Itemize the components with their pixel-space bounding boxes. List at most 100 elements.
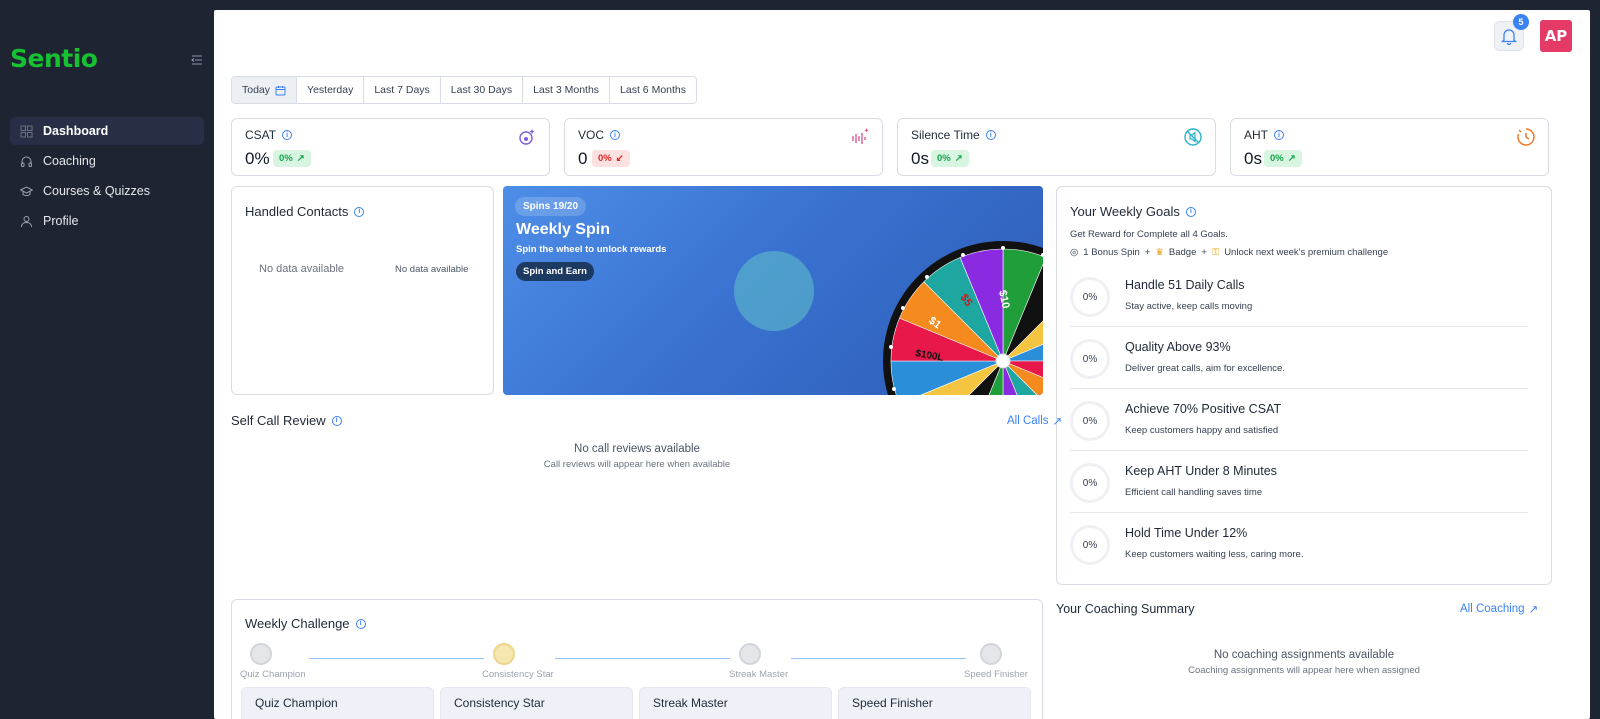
sidebar-item-label: Coaching [43, 154, 96, 168]
step-connector [309, 658, 484, 659]
tab-yesterday[interactable]: Yesterday [297, 77, 365, 103]
metric-label: Silence Time [911, 128, 980, 142]
sidebar-item-coaching[interactable]: Coaching [10, 147, 204, 175]
graduation-cap-icon [20, 185, 33, 196]
all-coaching-link[interactable]: All Coaching ↗ [1460, 602, 1538, 616]
tab-last-6-months[interactable]: Last 6 Months [610, 77, 696, 103]
coin-icon: ◎ [1070, 247, 1079, 258]
challenge-card-title: Streak Master [653, 696, 728, 710]
main-content: 5 AP Today Yesterday Last 7 Days Last 30… [214, 10, 1590, 719]
info-icon[interactable]: i [610, 130, 621, 140]
reward-badge: Badge [1168, 247, 1197, 258]
wheel-label: ZE [1028, 294, 1042, 310]
challenge-card-title: Consistency Star [454, 696, 545, 710]
goal-item[interactable]: 0% Achieve 70% Positive CSAT Keep custom… [1070, 390, 1528, 451]
goal-item[interactable]: 0% Hold Time Under 12% Keep customers wa… [1070, 514, 1528, 575]
goal-progress-ring: 0% [1070, 277, 1110, 317]
sidebar-item-profile[interactable]: Profile [10, 207, 204, 235]
info-icon[interactable]: i [1185, 206, 1196, 217]
app-logo[interactable]: Sentio [10, 44, 98, 73]
tab-label: Today [242, 84, 271, 96]
arrow-up-right-icon: ↗ [296, 153, 305, 164]
goal-description: Deliver great calls, aim for excellence. [1125, 363, 1285, 374]
goal-progress-ring: 0% [1070, 401, 1110, 441]
sidebar-item-label: Profile [43, 214, 79, 228]
goal-progress-ring: 0% [1070, 525, 1110, 565]
sidebar-item-label: Courses & Quizzes [43, 184, 150, 198]
weekly-spin-banner: Spins 19/20 Weekly Spin Spin the wheel t… [503, 186, 1043, 395]
metric-card-csat: CSAT i 0% 0% ↗ [231, 118, 550, 176]
challenge-step-label: Consistency Star [482, 669, 554, 680]
info-icon[interactable]: i [331, 415, 342, 426]
empty-state-title: No call reviews available [574, 443, 700, 455]
goal-item[interactable]: 0% Keep AHT Under 8 Minutes Efficient ca… [1070, 452, 1528, 513]
change-value: 0% [598, 153, 612, 164]
goal-title: Handle 51 Daily Calls [1125, 278, 1245, 292]
sidebar-item-dashboard[interactable]: Dashboard [10, 117, 204, 145]
empty-state-text: No data available [259, 263, 345, 275]
spins-count-badge: Spins 19/20 [515, 197, 587, 216]
card-title-label: Your Weekly Goals [1070, 204, 1180, 219]
weekly-goals-card: Your Weekly Goals i Get Reward for Comple… [1056, 186, 1552, 585]
arrow-up-right-icon: ↗ [1052, 416, 1063, 428]
link-label: All Calls [1007, 415, 1049, 427]
goal-progress-ring: 0% [1070, 463, 1110, 503]
tab-last-3-months[interactable]: Last 3 Months [523, 77, 611, 103]
empty-state-subtitle: Call reviews will appear here when avail… [543, 459, 731, 470]
tab-today[interactable]: Today [232, 77, 298, 103]
handled-contacts-card: Handled Contacts i No data available No d… [231, 186, 494, 395]
info-icon[interactable]: i [1274, 130, 1284, 140]
metric-value: 0s [911, 149, 929, 168]
smile-sparkle-icon [519, 129, 535, 145]
notification-count-badge: 5 [1513, 14, 1529, 30]
goal-item[interactable]: 0% Handle 51 Daily Calls Stay active, ke… [1070, 266, 1528, 327]
metric-change-badge: 0% ↗ [1264, 150, 1302, 167]
metric-change-badge: 0% ↗ [931, 150, 969, 167]
challenge-card[interactable]: Consistency Star [440, 687, 633, 719]
spin-title: Weekly Spin [516, 221, 610, 238]
tab-last-7-days[interactable]: Last 7 Days [364, 77, 441, 103]
challenge-step-icon [739, 643, 761, 665]
goal-item[interactable]: 0% Quality Above 93% Deliver great calls… [1070, 328, 1528, 389]
prize-wheel[interactable]: $10 ZE $5 $1 $100L [883, 241, 1043, 395]
goal-title: Quality Above 93% [1125, 340, 1231, 354]
challenge-card[interactable]: Speed Finisher [838, 687, 1031, 719]
metric-value: 0% [245, 149, 270, 168]
challenge-card[interactable]: Streak Master [639, 687, 832, 719]
sidebar-item-courses[interactable]: Courses & Quizzes [10, 177, 204, 205]
arrow-up-right-icon: ↗ [1528, 604, 1539, 616]
collapse-sidebar-icon[interactable] [191, 54, 203, 66]
card-title-label: Handled Contacts [245, 204, 349, 219]
arrow-up-right-icon: ↗ [1287, 153, 1296, 164]
challenge-step-icon [493, 643, 515, 665]
tab-last-30-days[interactable]: Last 30 Days [440, 77, 524, 103]
reward-unlock: Unlock next week's premium challenge [1224, 247, 1389, 258]
metric-title: Silence Time i [911, 128, 996, 142]
mute-icon [1184, 128, 1202, 146]
section-title: Self Call Review [231, 413, 326, 428]
info-icon[interactable]: i [354, 206, 365, 217]
goal-description: Keep customers waiting less, caring more… [1125, 549, 1304, 560]
info-icon[interactable]: i [985, 130, 996, 140]
challenge-card[interactable]: Quiz Champion [241, 687, 434, 719]
goal-progress-ring: 0% [1070, 339, 1110, 379]
metric-card-silence-time: Silence Time i 0s 0% ↗ [897, 118, 1216, 176]
link-label: All Coaching [1460, 603, 1525, 615]
empty-state-title: No coaching assignments available [1213, 649, 1395, 661]
timer-icon [1517, 128, 1535, 146]
decorative-circle [734, 251, 814, 331]
all-calls-link[interactable]: All Calls ↗ [1007, 414, 1062, 428]
calendar-icon [275, 85, 286, 95]
card-title-label: Weekly Challenge [245, 616, 350, 631]
challenge-card-title: Speed Finisher [852, 696, 933, 710]
self-call-review-title: Self Call Review i [231, 413, 342, 428]
info-icon[interactable]: i [282, 130, 293, 140]
avatar[interactable]: AP [1540, 20, 1572, 52]
challenge-step-label: Streak Master [729, 669, 789, 680]
headphones-icon [21, 156, 32, 167]
spin-and-earn-button[interactable]: Spin and Earn [516, 262, 594, 281]
goal-title: Keep AHT Under 8 Minutes [1125, 464, 1277, 478]
lock-icon: ⚿ [1211, 247, 1220, 258]
info-icon[interactable]: i [355, 618, 366, 629]
card-title: Weekly Challenge i [245, 616, 366, 631]
